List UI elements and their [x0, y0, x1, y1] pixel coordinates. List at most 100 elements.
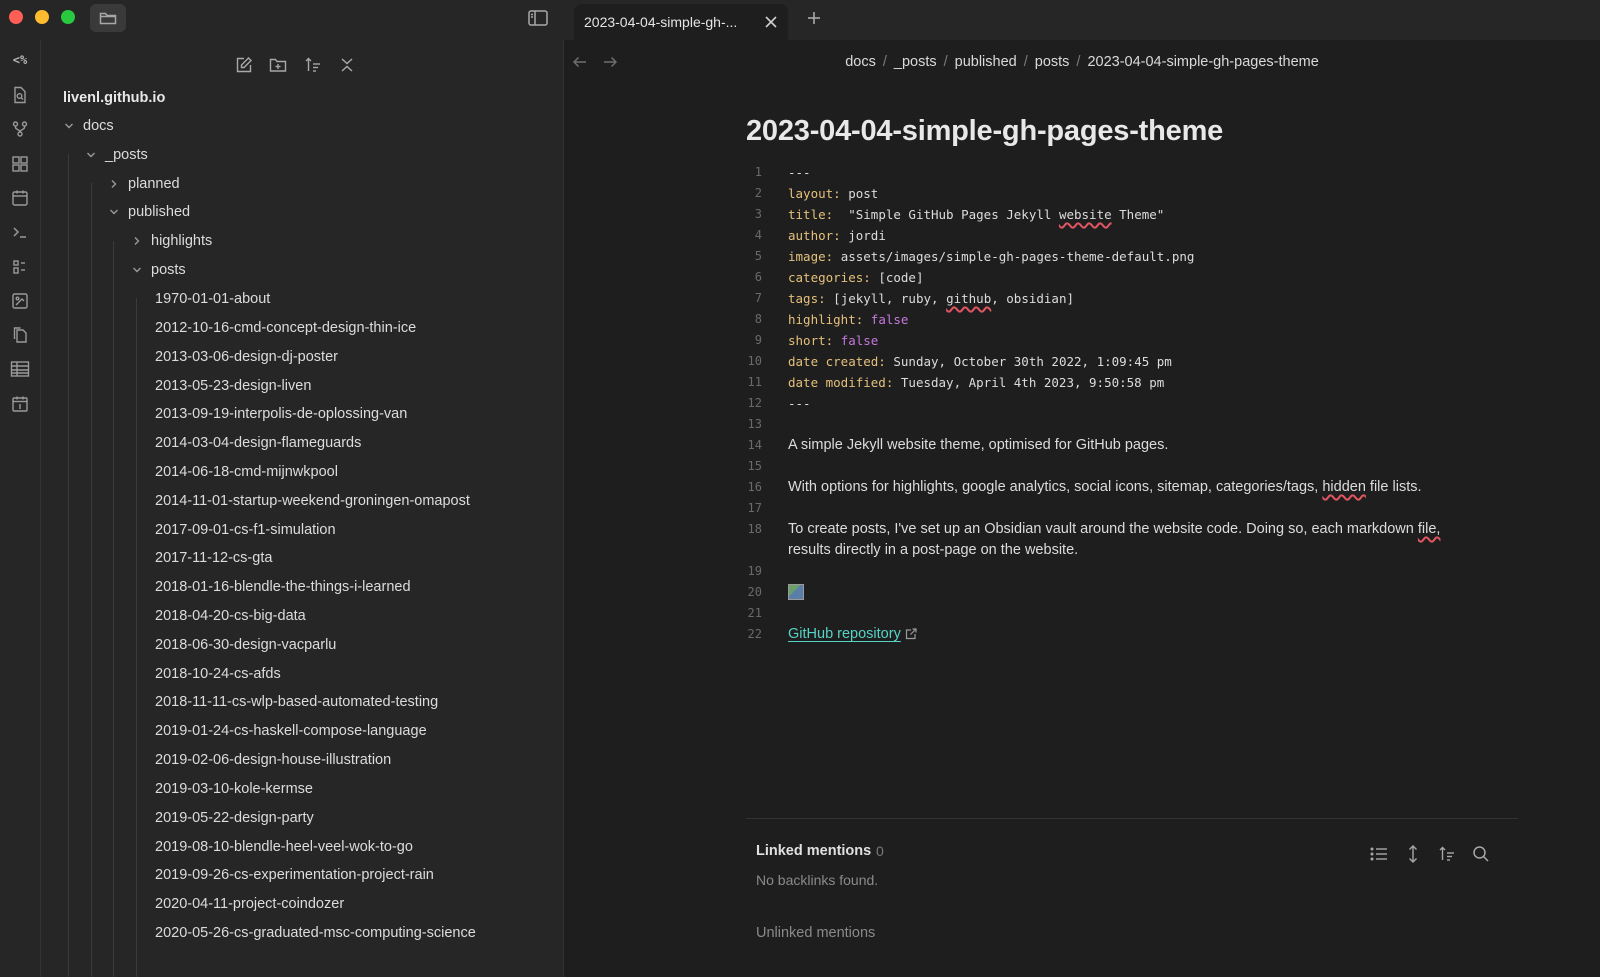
- file-item[interactable]: 2018-10-24-cs-afds: [155, 660, 281, 688]
- maximize-window-button[interactable]: [61, 10, 75, 24]
- spellcheck-word: file,: [1417, 521, 1441, 537]
- sort-icon: [305, 57, 320, 72]
- tab-active[interactable]: 2023-04-04-simple-gh-...: [574, 4, 788, 40]
- yaml-key: layout:: [788, 186, 841, 201]
- file-item[interactable]: 2014-06-18-cmd-mijnwkpool: [155, 458, 338, 486]
- new-note-button[interactable]: [229, 50, 259, 80]
- copy-button[interactable]: [6, 321, 34, 349]
- file-item[interactable]: 2019-05-22-design-party: [155, 804, 314, 832]
- breadcrumb-posts[interactable]: posts: [1035, 54, 1070, 70]
- file-item[interactable]: 2013-05-23-design-liven: [155, 372, 311, 400]
- templater-button[interactable]: <%: [6, 46, 34, 74]
- text-run: With options for highlights, google anal…: [788, 479, 1323, 495]
- file-search-icon: [14, 86, 26, 104]
- file-item[interactable]: 2019-09-26-cs-experimentation-project-ra…: [155, 861, 434, 889]
- file-item[interactable]: 2013-09-19-interpolis-de-oplossing-van: [155, 400, 407, 428]
- editor-line: 3 title: "Simple GitHub Pages Jekyll web…: [734, 204, 1494, 225]
- link-text[interactable]: GitHub repository: [788, 626, 901, 642]
- file-item[interactable]: 2020-05-26-cs-graduated-msc-computing-sc…: [155, 919, 476, 947]
- file-item[interactable]: 2018-06-30-design-vacparlu: [155, 631, 336, 659]
- file-item[interactable]: 2020-04-11-project-coindozer: [155, 890, 344, 918]
- file-item[interactable]: 2019-01-24-cs-haskell-compose-language: [155, 717, 427, 745]
- breadcrumb-published[interactable]: published: [955, 54, 1017, 70]
- sidebar-toggle-button[interactable]: [525, 6, 551, 30]
- collapse-results-button[interactable]: [1366, 841, 1392, 867]
- yaml-key: tags:: [788, 291, 826, 306]
- folder-posts[interactable]: posts: [129, 256, 186, 284]
- file-item[interactable]: 2018-11-11-cs-wlp-based-automated-testin…: [155, 688, 438, 716]
- editor-line: 19: [734, 561, 1494, 582]
- show-more-context-button[interactable]: [1400, 841, 1426, 867]
- breadcrumb-current-file[interactable]: 2023-04-04-simple-gh-pages-theme: [1087, 54, 1318, 70]
- folder-docs[interactable]: docs: [61, 112, 114, 140]
- file-item[interactable]: 2019-03-10-kole-kermse: [155, 775, 313, 803]
- new-folder-button[interactable]: [263, 50, 293, 80]
- chevron-down-icon: [83, 147, 99, 163]
- breadcrumb-docs[interactable]: docs: [845, 54, 876, 70]
- graph-view-button[interactable]: [6, 115, 34, 143]
- frontmatter-line: date modified: Tuesday, April 4th 2023, …: [788, 372, 1488, 393]
- collapse-all-button[interactable]: [332, 50, 362, 80]
- file-item[interactable]: 2019-08-10-blendle-heel-veel-wok-to-go: [155, 833, 413, 861]
- file-item[interactable]: 2012-10-16-cmd-concept-design-thin-ice: [155, 314, 416, 342]
- folder-highlights[interactable]: highlights: [129, 227, 212, 255]
- search-file-button[interactable]: [6, 81, 34, 109]
- chevron-right-icon: [129, 233, 145, 249]
- frontmatter-delimiter: ---: [788, 165, 811, 180]
- chevron-down-icon: [106, 204, 122, 220]
- files-icon: [13, 327, 27, 343]
- line-number: 6: [754, 270, 762, 284]
- file-item[interactable]: 2013-03-06-design-dj-poster: [155, 343, 338, 371]
- sort-backlinks-button[interactable]: [1434, 841, 1460, 867]
- git-fork-icon: [12, 121, 28, 137]
- tasks-button[interactable]: [6, 253, 34, 281]
- yaml-value: [code]: [878, 270, 924, 285]
- command-palette-button[interactable]: [6, 218, 34, 246]
- linked-mentions-title[interactable]: Linked mentions: [756, 843, 871, 859]
- file-item[interactable]: 2014-03-04-design-flameguards: [155, 429, 361, 457]
- editor-line: 1 ---: [734, 162, 1494, 183]
- search-backlinks-button[interactable]: [1468, 841, 1494, 867]
- excalidraw-button[interactable]: [6, 287, 34, 315]
- yaml-value: Theme": [1111, 207, 1165, 222]
- editor-line: 2 layout: post: [734, 183, 1494, 204]
- folder-planned[interactable]: planned: [106, 170, 180, 198]
- file-item[interactable]: 2018-04-20-cs-big-data: [155, 602, 306, 630]
- code-icon: <%: [12, 53, 28, 67]
- folder-label: _posts: [105, 147, 148, 163]
- image-edit-icon: [12, 293, 28, 309]
- sort-order-button[interactable]: [298, 50, 328, 80]
- new-tab-button[interactable]: [802, 6, 826, 30]
- breadcrumb-separator: /: [1023, 54, 1028, 70]
- file-item[interactable]: 2019-02-06-design-house-illustration: [155, 746, 391, 774]
- file-explorer-toggle[interactable]: [90, 4, 126, 32]
- external-link[interactable]: GitHub repository: [788, 624, 1488, 645]
- daily-note-button[interactable]: [6, 184, 34, 212]
- line-number: 5: [754, 249, 762, 263]
- breadcrumb-posts-root[interactable]: _posts: [894, 54, 937, 70]
- note-title[interactable]: 2023-04-04-simple-gh-pages-theme: [746, 115, 1223, 148]
- file-item[interactable]: 1970-01-01-about: [155, 285, 270, 313]
- paragraph: To create posts, I've set up an Obsidian…: [788, 519, 1488, 540]
- table-button[interactable]: [6, 355, 34, 383]
- file-item[interactable]: 2017-09-01-cs-f1-simulation: [155, 516, 336, 544]
- close-window-button[interactable]: [9, 10, 23, 24]
- minimize-window-button[interactable]: [35, 10, 49, 24]
- yaml-boolean: false: [840, 333, 879, 348]
- frontmatter-line: image: assets/images/simple-gh-pages-the…: [788, 246, 1488, 267]
- vault-name: livenl.github.io: [63, 90, 166, 106]
- tree-guide: [68, 154, 69, 977]
- unlinked-mentions-title[interactable]: Unlinked mentions: [756, 925, 875, 941]
- frontmatter-line: tags: [jekyll, ruby, github, obsidian]: [788, 288, 1488, 309]
- calendar-day-button[interactable]: [6, 390, 34, 418]
- tab-close-button[interactable]: [762, 13, 780, 31]
- file-item[interactable]: 2017-11-12-cs-gta: [155, 544, 272, 572]
- folder-published[interactable]: published: [106, 198, 190, 226]
- file-item[interactable]: 2014-11-01-startup-weekend-groningen-oma…: [155, 487, 470, 515]
- file-item[interactable]: 2018-01-16-blendle-the-things-i-learned: [155, 573, 411, 601]
- text-run: To create posts, I've set up an Obsidian…: [788, 521, 1418, 537]
- canvas-button[interactable]: [6, 150, 34, 178]
- yaml-value: Tuesday, April 4th 2023, 9:50:58 pm: [900, 375, 1165, 390]
- folder-posts-root[interactable]: _posts: [83, 141, 148, 169]
- yaml-key: highlight:: [788, 312, 864, 327]
